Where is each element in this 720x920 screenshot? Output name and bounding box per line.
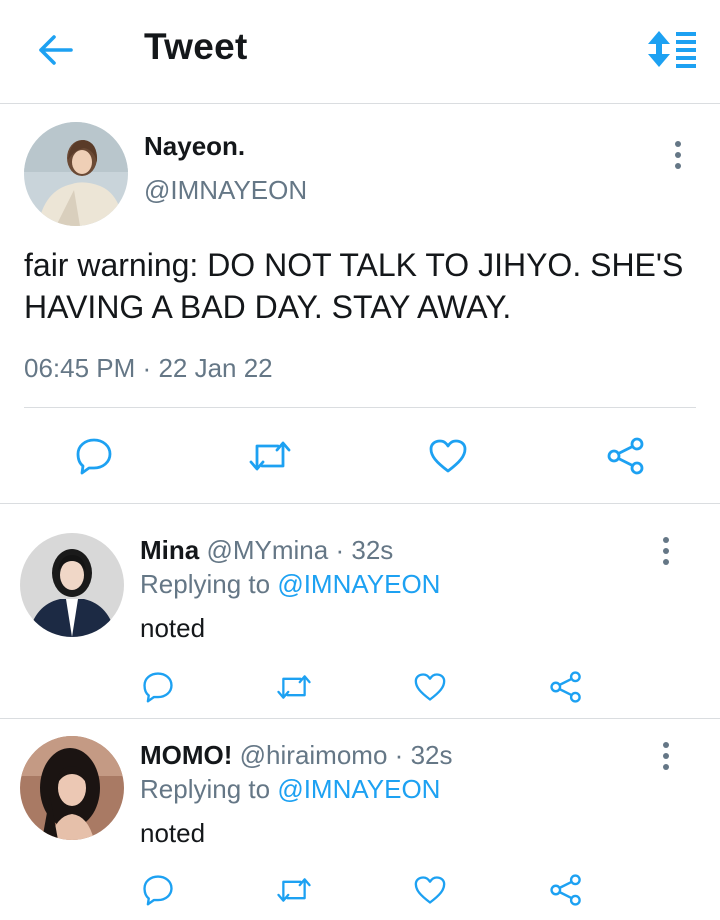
reply-button[interactable] [134,866,182,914]
retweet-icon [277,878,311,902]
retweet-button[interactable] [246,432,294,480]
retweet-icon [249,441,291,471]
avatar-image [20,533,124,637]
share-button[interactable] [602,432,650,480]
avatar[interactable] [20,736,124,840]
replying-to: Replying to @IMNAYEON [140,569,440,600]
retweet-button[interactable] [270,866,318,914]
separator: · [142,353,152,383]
like-icon [414,673,446,701]
more-dot-icon [663,548,669,554]
like-icon [429,439,467,473]
divider [24,407,696,408]
retweet-icon [277,675,311,699]
like-button[interactable] [424,432,472,480]
more-dot-icon [675,152,681,158]
reply-header: MOMO! @hiraimomo · 32s [140,740,452,771]
tweet-timestamp: 06:45 PM · 22 Jan 22 [24,353,273,384]
tweet-text: fair warning: DO NOT TALK TO JIHYO. SHE'… [24,247,684,325]
like-button[interactable] [406,866,454,914]
more-dot-icon [663,764,669,770]
like-button[interactable] [406,663,454,711]
author-handle[interactable]: @IMNAYEON [144,175,307,206]
sort-button[interactable] [646,30,698,68]
back-button[interactable] [36,32,76,68]
arrow-left-icon [39,35,73,65]
replying-to: Replying to @IMNAYEON [140,774,440,805]
reply-tweet[interactable]: MOMO! @hiraimomo · 32s Replying to @IMNA… [0,720,720,920]
app-header: Tweet [0,0,720,104]
share-button[interactable] [542,663,590,711]
page-title: Tweet [144,26,248,67]
share-icon [607,437,644,475]
avatar-image [24,122,128,226]
share-button[interactable] [542,866,590,914]
more-dot-icon [675,141,681,147]
replying-to-label: Replying to [140,569,271,599]
avatar[interactable] [20,533,124,637]
replying-to-label: Replying to [140,774,271,804]
reply-author-name[interactable]: Mina [140,535,199,565]
more-dot-icon [663,559,669,565]
reply-author-handle[interactable]: @MYmina [206,535,328,565]
tweet-date: 22 Jan 22 [158,353,273,383]
reply-text: noted [140,818,206,848]
reply-icon [143,672,173,703]
reply-tweet[interactable]: Mina @MYmina · 32s Replying to @IMNAYEON… [0,505,720,719]
author-name[interactable]: Nayeon. [144,131,245,162]
more-dot-icon [663,537,669,543]
reply-time: 32s [351,535,394,565]
reply-time: 32s [410,740,453,770]
avatar[interactable] [24,122,128,226]
reply-text: noted [140,613,206,643]
mention-link[interactable]: @IMNAYEON [277,569,440,599]
like-icon [414,876,446,904]
reply-button[interactable] [134,663,182,711]
retweet-button[interactable] [270,663,318,711]
tweet-time: 06:45 PM [24,353,136,383]
reply-header: Mina @MYmina · 32s [140,535,393,566]
reply-icon [143,875,173,906]
separator: · [335,535,345,565]
more-options-button[interactable] [654,533,678,569]
reply-icon [76,438,112,475]
mention-link[interactable]: @IMNAYEON [277,774,440,804]
main-tweet: Nayeon. @IMNAYEON fair warning: DO NOT T… [0,104,720,504]
share-icon [550,874,581,906]
more-dot-icon [663,753,669,759]
share-icon [550,671,581,703]
reply-button[interactable] [70,432,118,480]
more-options-button[interactable] [654,738,678,774]
reply-author-name[interactable]: MOMO! [140,740,232,770]
more-dot-icon [663,742,669,748]
more-options-button[interactable] [666,137,690,173]
sort-list-icon [648,31,696,68]
reply-author-handle[interactable]: @hiraimomo [240,740,388,770]
avatar-image [20,736,124,840]
more-dot-icon [675,163,681,169]
separator: · [394,740,404,770]
